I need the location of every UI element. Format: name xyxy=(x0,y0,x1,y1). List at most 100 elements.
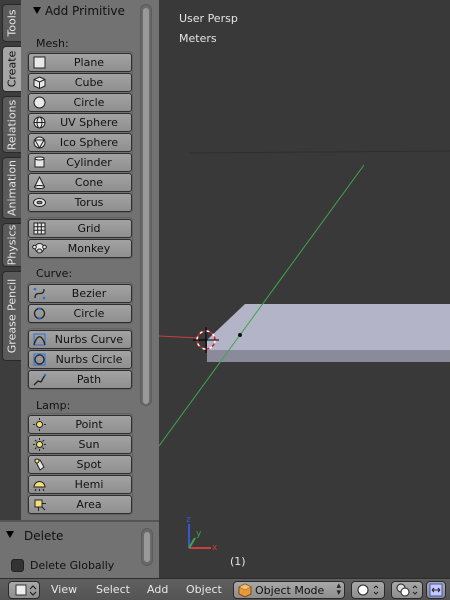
add-bezier-button[interactable]: Bezier xyxy=(28,284,132,303)
view-name-label: User Persp xyxy=(179,12,238,25)
button-label: Bezier xyxy=(71,287,107,300)
tab-label: Create xyxy=(5,50,19,88)
button-label: Monkey xyxy=(67,242,111,255)
tab-grease-pencil[interactable]: Grease Pencil xyxy=(2,271,21,361)
3d-view-icon xyxy=(15,584,37,596)
scrollbar-thumb[interactable] xyxy=(142,7,150,405)
viewport-shading-dropdown[interactable] xyxy=(351,581,385,599)
cube-icon xyxy=(33,76,46,90)
tab-tools[interactable]: Tools xyxy=(2,4,21,42)
grid-icon xyxy=(33,222,46,235)
pivot-point-icon xyxy=(396,583,418,597)
collapse-triangle-icon[interactable] xyxy=(33,7,41,14)
hemi-lamp-icon xyxy=(33,481,46,492)
tool-shelf-scrollbar[interactable] xyxy=(140,4,152,406)
delete-panel-scrollbar[interactable] xyxy=(141,528,153,566)
nurbs-curve-icon xyxy=(33,333,46,346)
add-cone-button[interactable]: Cone xyxy=(28,173,132,192)
tab-label: Tools xyxy=(5,9,19,37)
plane-icon xyxy=(33,56,46,69)
add-nurbs-circle-button[interactable]: Nurbs Circle xyxy=(28,350,132,369)
add-area-lamp-button[interactable]: Area xyxy=(28,495,132,514)
add-ico-sphere-button[interactable]: Ico Sphere xyxy=(28,133,132,152)
tab-create[interactable]: Create xyxy=(2,46,21,92)
add-nurbs-curve-button[interactable]: Nurbs Curve xyxy=(28,330,132,349)
button-label: Plane xyxy=(73,56,105,69)
add-curve-circle-button[interactable]: Circle xyxy=(28,304,132,323)
tab-label: Grease Pencil xyxy=(5,278,19,354)
axis-gizmo: z y x xyxy=(186,515,218,553)
add-cube-button[interactable]: Cube xyxy=(28,73,132,92)
collapse-triangle-icon[interactable] xyxy=(6,531,14,538)
menu-view[interactable]: View xyxy=(51,583,77,596)
spot-lamp-icon xyxy=(34,458,45,471)
button-label: Area xyxy=(76,498,102,511)
scrollbar-thumb[interactable] xyxy=(143,531,151,563)
button-label: Ico Sphere xyxy=(59,136,119,149)
add-point-lamp-button[interactable]: Point xyxy=(28,415,132,434)
button-label: Grid xyxy=(77,222,101,235)
plane-mesh-top xyxy=(207,304,450,350)
add-uv-sphere-button[interactable]: UV Sphere xyxy=(28,113,132,132)
curve-circle-icon xyxy=(33,307,46,320)
add-hemi-lamp-button[interactable]: Hemi xyxy=(28,475,132,494)
object-mode-icon xyxy=(238,583,252,598)
updown-arrows-icon: ▴ ▾ xyxy=(336,581,341,598)
point-lamp-icon xyxy=(33,418,46,431)
button-label: Circle xyxy=(73,307,105,320)
add-monkey-button[interactable]: Monkey xyxy=(28,239,132,258)
path-icon xyxy=(33,373,47,386)
delete-panel-title: Delete xyxy=(24,529,64,543)
manipulator-icon xyxy=(429,583,443,597)
tab-relations[interactable]: Relations xyxy=(2,96,21,153)
button-label: Spot xyxy=(76,458,102,471)
add-spot-lamp-button[interactable]: Spot xyxy=(28,455,132,474)
delete-globally-label: Delete Globally xyxy=(30,559,115,572)
menu-object[interactable]: Object xyxy=(186,583,222,596)
tab-animation[interactable]: Animation xyxy=(2,157,21,219)
bezier-icon xyxy=(33,287,46,300)
add-grid-button[interactable]: Grid xyxy=(28,219,132,238)
menu-add[interactable]: Add xyxy=(147,583,168,596)
add-cylinder-button[interactable]: Cylinder xyxy=(28,153,132,172)
svg-text:x: x xyxy=(212,543,218,553)
button-label: UV Sphere xyxy=(60,116,118,129)
tool-shelf: Add Primitive Mesh: Plane Cube Circle UV Sph… xyxy=(21,0,159,520)
button-label: Nurbs Curve xyxy=(54,333,124,346)
menu-select[interactable]: Select xyxy=(96,583,130,596)
add-torus-button[interactable]: Torus xyxy=(28,193,132,212)
pivot-point-dropdown[interactable] xyxy=(391,581,423,599)
tab-label: Relations xyxy=(5,99,19,150)
button-label: Circle xyxy=(73,96,105,109)
svg-text:y: y xyxy=(196,529,202,539)
torus-icon xyxy=(33,198,46,207)
plane-mesh-edge xyxy=(207,350,450,362)
mode-dropdown[interactable]: Object Mode ▴ ▾ xyxy=(233,581,345,599)
monkey-icon xyxy=(32,243,47,254)
delete-globally-checkbox[interactable] xyxy=(11,559,24,572)
mode-dropdown-label: Object Mode xyxy=(255,584,325,597)
button-label: Sun xyxy=(78,438,100,451)
transform-manipulator-toggle[interactable] xyxy=(426,581,446,599)
button-label: Torus xyxy=(74,196,104,209)
add-sun-lamp-button[interactable]: Sun xyxy=(28,435,132,454)
add-circle-button[interactable]: Circle xyxy=(28,93,132,112)
frame-number-label: (1) xyxy=(230,555,246,568)
add-path-button[interactable]: Path xyxy=(28,370,132,389)
editor-type-button[interactable] xyxy=(8,581,40,599)
delete-panel: Delete Delete Globally xyxy=(0,520,159,578)
add-plane-button[interactable]: Plane xyxy=(28,53,132,72)
svg-text:z: z xyxy=(186,515,191,525)
button-label: Nurbs Circle xyxy=(55,353,123,366)
button-label: Path xyxy=(76,373,102,386)
button-label: Cone xyxy=(74,176,104,189)
section-label: Curve: xyxy=(36,267,73,280)
object-origin[interactable] xyxy=(238,333,242,337)
3d-viewport[interactable]: z y x User Persp Meters (1) xyxy=(159,0,450,578)
tab-label: Physics xyxy=(5,224,19,266)
tab-physics[interactable]: Physics xyxy=(2,223,21,267)
add-primitive-panel-header[interactable]: Add Primitive xyxy=(21,0,159,24)
button-label: Hemi xyxy=(74,478,104,491)
x-axis-line xyxy=(159,335,200,339)
uv-sphere-icon xyxy=(33,116,46,129)
